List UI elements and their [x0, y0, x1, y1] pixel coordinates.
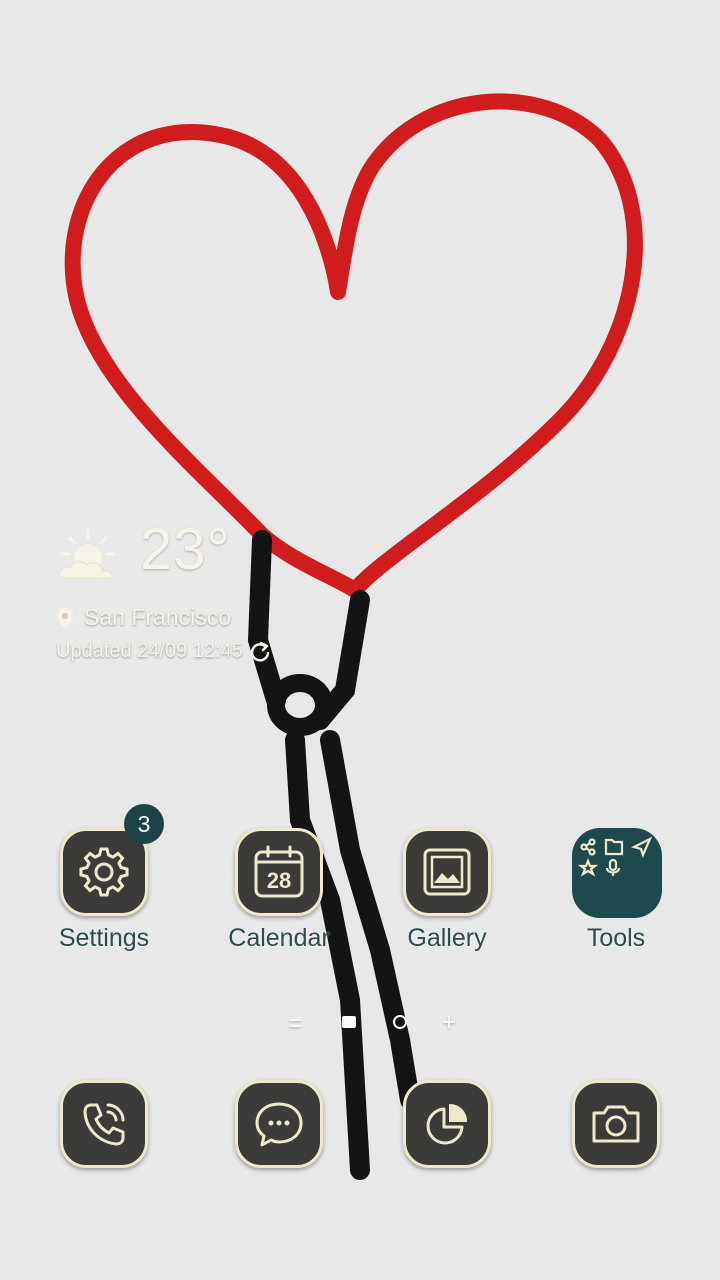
analytics-app-icon — [403, 1080, 491, 1168]
page-dot-1[interactable] — [342, 1016, 356, 1028]
location-name: San Francisco — [84, 604, 232, 630]
chat-bubble-icon — [255, 1102, 303, 1147]
folder-contents — [577, 836, 653, 877]
partly-cloudy-icon — [58, 528, 116, 579]
gallery-app-icon — [403, 828, 491, 916]
gear-icon — [79, 847, 129, 897]
picture-icon — [423, 848, 471, 896]
messages-app-icon — [235, 1080, 323, 1168]
calendar-label: Calendar — [228, 924, 330, 952]
app-gallery[interactable]: Gallery — [377, 828, 517, 978]
dock-phone[interactable] — [34, 1080, 174, 1230]
updated-text: Updated 24/09 12:45 — [56, 640, 243, 662]
refresh-icon[interactable] — [249, 641, 271, 663]
send-icon — [630, 836, 653, 859]
page-indicator: = + — [280, 1009, 470, 1038]
voice-recorder-icon — [605, 858, 621, 876]
tools-label: Tools — [586, 924, 646, 952]
tools-folder-icon[interactable] — [572, 828, 662, 918]
calendar-icon: 28 — [254, 845, 304, 898]
menu-icon[interactable]: = — [288, 1010, 302, 1038]
dock-messages[interactable] — [209, 1080, 349, 1230]
temperature: 23° — [140, 517, 231, 582]
weather-widget[interactable]: 23° San Francisco Updated 24/09 12:45 — [56, 517, 376, 670]
add-page-icon[interactable]: + — [442, 1009, 456, 1037]
location-pin-icon — [57, 607, 73, 628]
page-dot-2-current[interactable] — [393, 1015, 407, 1029]
dock-camera[interactable] — [546, 1080, 686, 1230]
dock-analytics[interactable] — [377, 1080, 517, 1230]
share-icon — [580, 838, 596, 856]
gallery-label: Gallery — [407, 924, 487, 952]
phone-app-icon — [60, 1080, 148, 1168]
app-calendar[interactable]: 28 Calendar — [209, 828, 349, 978]
calendar-date: 28 — [267, 868, 291, 893]
pie-chart-icon — [426, 1103, 468, 1145]
app-settings[interactable]: Settings — [34, 828, 174, 978]
camera-icon — [592, 1105, 640, 1143]
star-icon — [577, 858, 599, 877]
calendar-app-icon: 28 — [235, 828, 323, 916]
updated-row: Updated 24/09 12:45 — [56, 640, 271, 663]
camera-app-icon — [572, 1080, 660, 1168]
settings-label: Settings — [58, 924, 150, 952]
location: San Francisco — [56, 604, 231, 631]
notification-badge: 3 — [124, 804, 164, 844]
folder-icon — [604, 838, 624, 856]
phone-icon — [83, 1103, 125, 1146]
